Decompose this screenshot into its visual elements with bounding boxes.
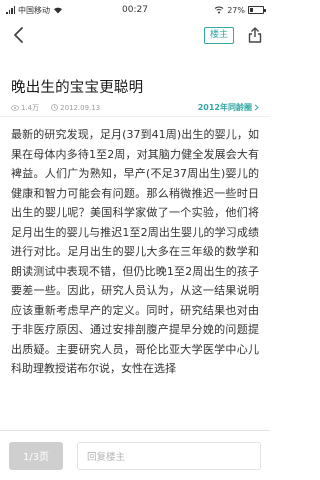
- battery-percent: 27%: [227, 5, 245, 15]
- wifi-strength-icon: [214, 6, 224, 14]
- wifi-icon: [54, 7, 62, 14]
- post-body: 最新的研究发现，足月(37到41周)出生的婴儿，如果在母体内多待1至2周，对其脑…: [11, 128, 259, 375]
- chevron-left-icon: [14, 27, 23, 43]
- status-right: 27%: [214, 5, 266, 15]
- topic-link[interactable]: 2012年同龄圈: [198, 102, 259, 113]
- topic-link-label: 2012年同龄圈: [197, 103, 252, 112]
- date-value: 2012.09.13: [60, 103, 101, 112]
- share-button[interactable]: [246, 26, 264, 44]
- battery-level: [250, 8, 254, 12]
- share-icon: [248, 27, 262, 43]
- top-nav: 楼主: [0, 20, 270, 50]
- reply-input[interactable]: 回复楼主: [77, 441, 261, 470]
- chevron-right-icon: [254, 104, 259, 111]
- back-button[interactable]: [10, 26, 28, 44]
- status-bar: 中国移动 00:27 27%: [0, 0, 270, 20]
- divider: [0, 116, 270, 117]
- battery-icon: [248, 6, 266, 14]
- post-date: 2012.09.13: [51, 104, 100, 112]
- post-meta: 1.4万 2012.09.13 2012年同龄圈: [11, 102, 259, 113]
- bottom-bar: 1/3页 回复楼主: [0, 430, 270, 480]
- status-left: 中国移动: [6, 5, 63, 16]
- header-actions: 楼主: [203, 26, 264, 44]
- post-title: 晚出生的宝宝更聪明: [11, 80, 144, 96]
- views-count: 1.4万: [11, 103, 39, 113]
- eye-icon: [11, 104, 19, 111]
- only-op-button[interactable]: 楼主: [203, 26, 234, 44]
- page-indicator-button[interactable]: 1/3页: [9, 441, 63, 470]
- carrier-name: 中国移动: [18, 5, 50, 15]
- signal-icon: [6, 6, 15, 14]
- clock-icon: [51, 104, 59, 111]
- views-value: 1.4万: [21, 103, 40, 112]
